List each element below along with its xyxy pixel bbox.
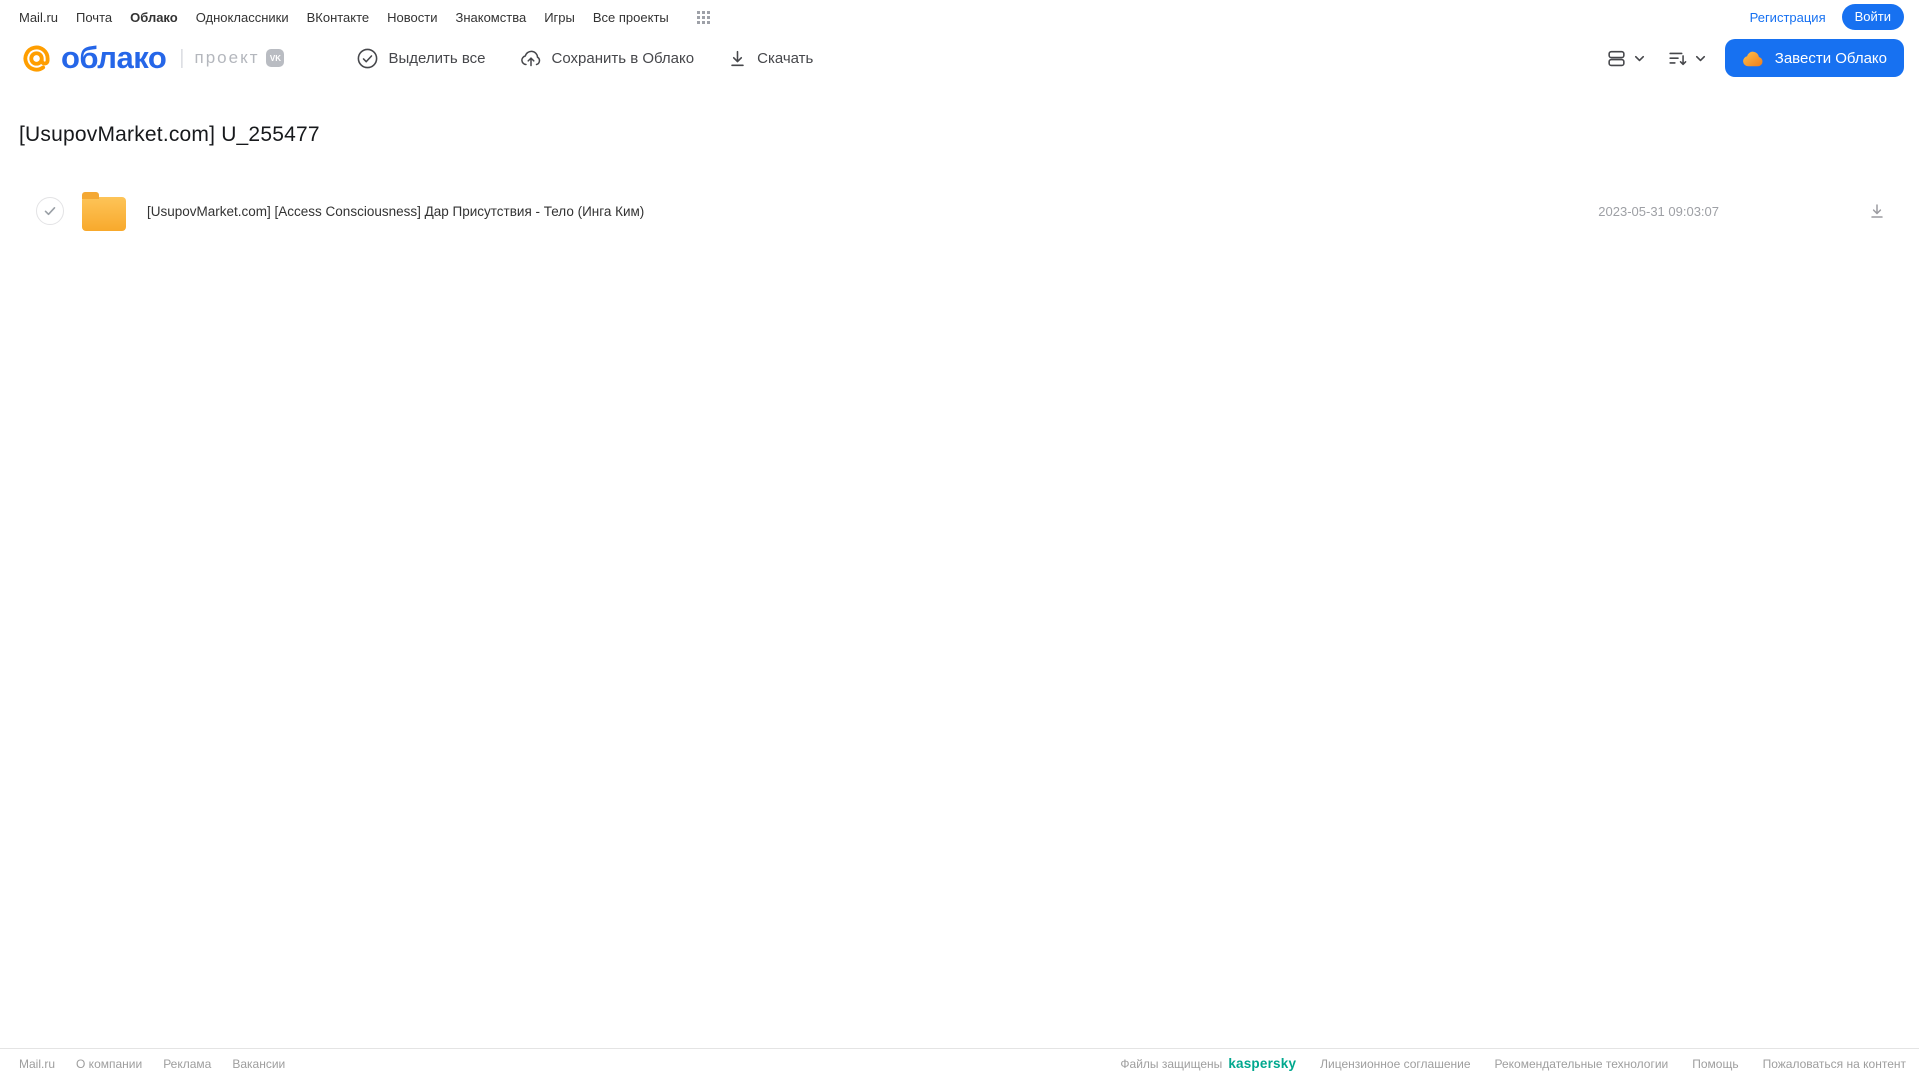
- top-nav-links: Mail.ru Почта Облако Одноклассники ВКонт…: [19, 10, 711, 25]
- orange-cloud-icon: [1742, 50, 1765, 67]
- top-nav: Mail.ru Почта Облако Одноклассники ВКонт…: [0, 0, 1919, 30]
- check-icon: [44, 207, 56, 216]
- footer: Mail.ru О компании Реклама Вакансии Файл…: [0, 1048, 1919, 1079]
- sort-control[interactable]: [1667, 48, 1708, 69]
- footer-link-ads[interactable]: Реклама: [163, 1057, 211, 1071]
- download-icon: [727, 48, 748, 69]
- download-button[interactable]: Скачать: [727, 48, 813, 69]
- main-content: [UsupovMarket.com] U_255477 [UsupovMarke…: [0, 86, 1919, 1048]
- view-mode-control[interactable]: [1606, 48, 1647, 69]
- nav-item-igry[interactable]: Игры: [544, 10, 575, 25]
- footer-right-links: Файлы защищены kaspersky Лицензионное со…: [1120, 1056, 1906, 1071]
- check-circle-icon: [356, 47, 379, 70]
- file-date: 2023-05-31 09:03:07: [1598, 203, 1719, 219]
- apps-grid-icon[interactable]: [696, 10, 711, 25]
- nav-item-novosti[interactable]: Новости: [387, 10, 437, 25]
- toolbar-right: Завести Облако: [1606, 39, 1904, 77]
- sort-icon: [1667, 48, 1688, 69]
- row-download-icon[interactable]: [1867, 201, 1887, 221]
- nav-item-vse-proekty[interactable]: Все проекты: [593, 10, 669, 25]
- footer-link-jobs[interactable]: Вакансии: [232, 1057, 285, 1071]
- toolbar: облако | проект VK Выделить все Сохранит…: [0, 30, 1919, 86]
- kaspersky-protection: Файлы защищены kaspersky: [1120, 1056, 1296, 1071]
- save-to-cloud-label: Сохранить в Облако: [551, 49, 695, 67]
- top-nav-auth: Регистрация Войти: [1750, 4, 1904, 30]
- page-title: [UsupovMarket.com] U_255477: [19, 123, 320, 146]
- nav-item-pochta[interactable]: Почта: [76, 10, 112, 25]
- logo-divider: |: [179, 46, 185, 69]
- select-all-label: Выделить все: [388, 49, 486, 67]
- footer-link-company[interactable]: О компании: [76, 1057, 142, 1071]
- footer-link-recommendations[interactable]: Рекомендательные технологии: [1495, 1057, 1669, 1071]
- get-cloud-label: Завести Облако: [1774, 49, 1887, 67]
- select-all-button[interactable]: Выделить все: [356, 47, 486, 70]
- mailru-at-icon: [18, 40, 55, 77]
- download-label: Скачать: [757, 49, 814, 67]
- protected-label: Файлы защищены: [1120, 1056, 1223, 1071]
- file-row[interactable]: [UsupovMarket.com] [Access Consciousness…: [0, 187, 1919, 235]
- get-cloud-button[interactable]: Завести Облако: [1724, 39, 1904, 77]
- view-rows-icon: [1606, 48, 1627, 69]
- chevron-down-icon: [1632, 51, 1647, 66]
- login-button[interactable]: Войти: [1841, 4, 1904, 30]
- nav-item-odnoklassniki[interactable]: Одноклассники: [196, 10, 289, 25]
- registration-link[interactable]: Регистрация: [1750, 10, 1826, 25]
- save-to-cloud-button[interactable]: Сохранить в Облако: [519, 47, 695, 69]
- toolbar-actions: Выделить все Сохранить в Облако Скачать: [356, 47, 813, 70]
- cloud-logo[interactable]: облако | проект VK: [18, 40, 285, 77]
- folder-icon[interactable]: [82, 191, 126, 231]
- footer-link-report[interactable]: Пожаловаться на контент: [1763, 1057, 1906, 1071]
- footer-link-mailru[interactable]: Mail.ru: [19, 1057, 55, 1071]
- footer-left-links: Mail.ru О компании Реклама Вакансии: [19, 1057, 285, 1071]
- vk-badge-icon: VK: [266, 49, 285, 67]
- kaspersky-logo[interactable]: kaspersky: [1228, 1056, 1296, 1071]
- row-checkbox[interactable]: [36, 197, 64, 225]
- logo-wordmark: облако: [61, 40, 167, 75]
- footer-link-license[interactable]: Лицензионное соглашение: [1320, 1057, 1470, 1071]
- nav-item-mailru[interactable]: Mail.ru: [19, 10, 58, 25]
- nav-item-znakomstva[interactable]: Знакомства: [455, 10, 526, 25]
- nav-item-oblako[interactable]: Облако: [130, 10, 178, 25]
- project-label: проект: [194, 48, 260, 67]
- cloud-upload-icon: [519, 47, 543, 69]
- nav-item-vkontakte[interactable]: ВКонтакте: [307, 10, 370, 25]
- chevron-down-icon: [1693, 51, 1708, 66]
- file-name-link[interactable]: [UsupovMarket.com] [Access Consciousness…: [147, 204, 1598, 219]
- footer-link-help[interactable]: Помощь: [1692, 1057, 1738, 1071]
